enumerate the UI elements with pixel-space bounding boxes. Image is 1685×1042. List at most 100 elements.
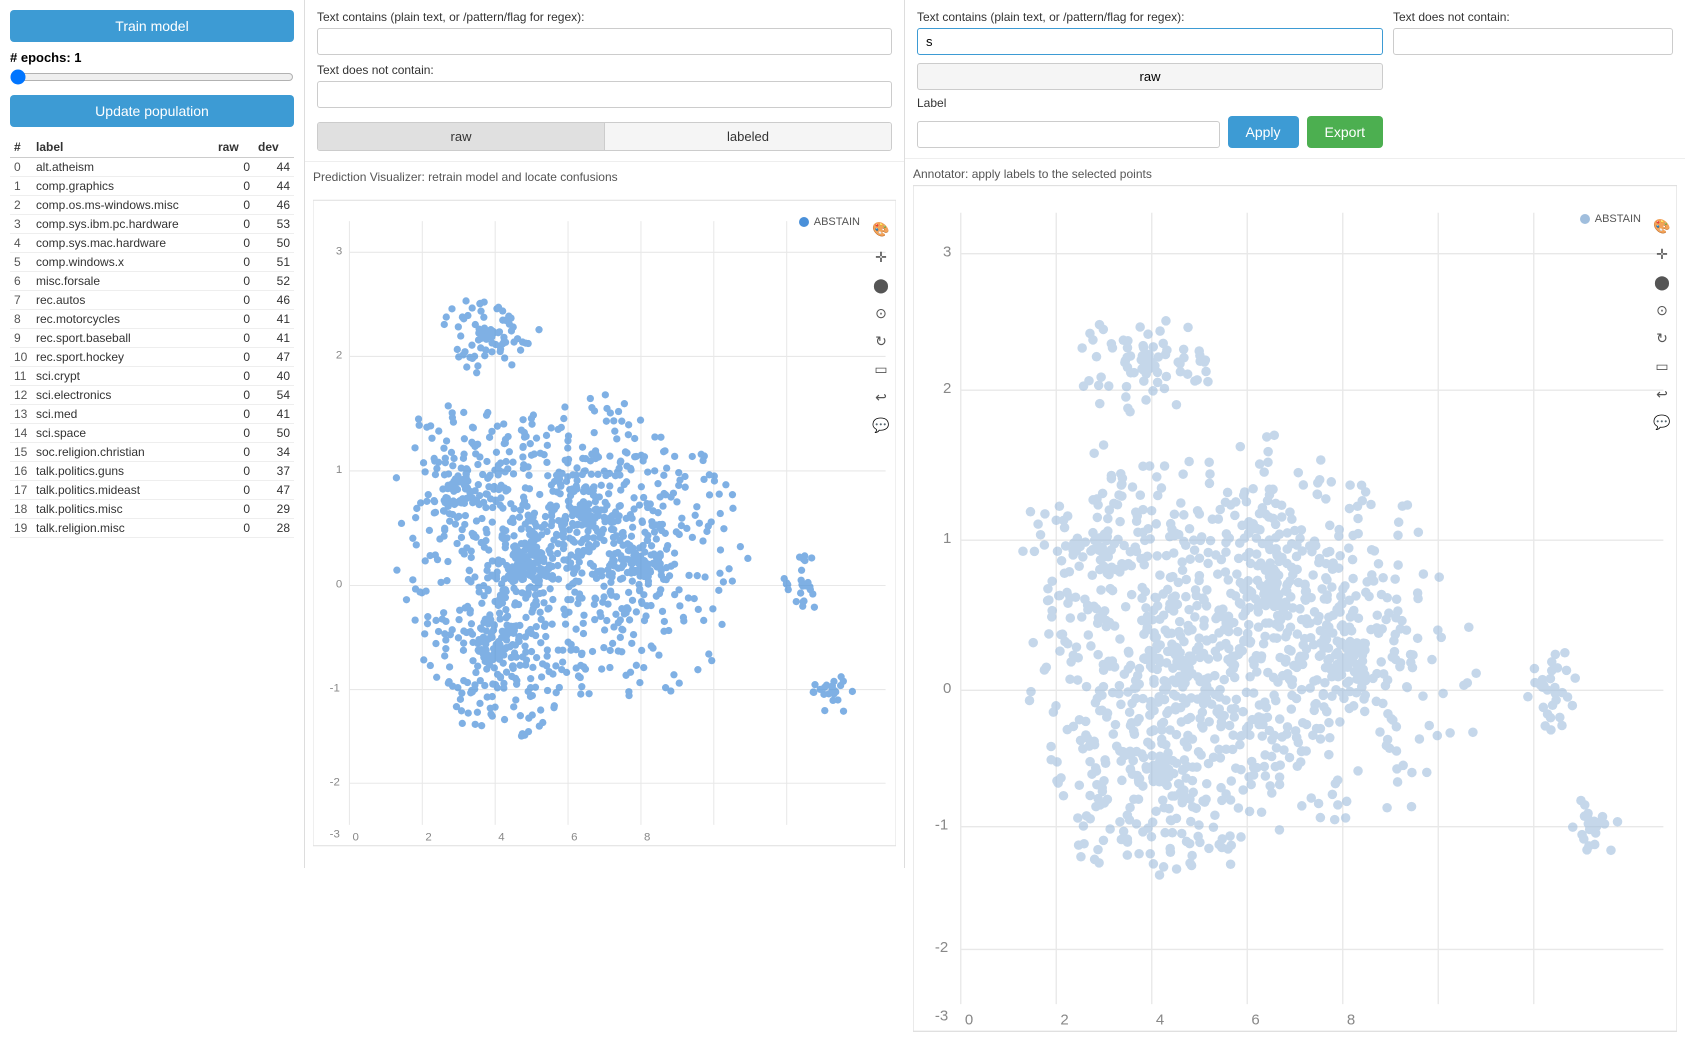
table-cell-2: 0 bbox=[214, 500, 254, 519]
annotator-rotate-icon[interactable]: ↻ bbox=[1651, 327, 1673, 349]
undo-icon[interactable]: ↩ bbox=[870, 386, 892, 408]
annotator-crosshair-icon[interactable]: ✛ bbox=[1651, 243, 1673, 265]
svg-text:3: 3 bbox=[336, 245, 342, 257]
table-row: 13sci.med041 bbox=[10, 405, 294, 424]
annotator-legend: ABSTAIN bbox=[1580, 213, 1641, 225]
annotator-rect-select-icon[interactable]: ▭ bbox=[1651, 355, 1673, 377]
table-cell-2: 0 bbox=[214, 234, 254, 253]
table-cell-3: 50 bbox=[254, 234, 294, 253]
table-cell-0: 17 bbox=[10, 481, 32, 500]
table-cell-0: 7 bbox=[10, 291, 32, 310]
annotator-color-wheel-icon[interactable]: 🎨 bbox=[1651, 215, 1673, 237]
svg-text:0: 0 bbox=[336, 579, 342, 591]
col-header-index: # bbox=[10, 137, 32, 158]
table-cell-2: 0 bbox=[214, 519, 254, 538]
train-model-button[interactable]: Train model bbox=[10, 10, 294, 42]
svg-text:6: 6 bbox=[1251, 1012, 1259, 1029]
comment-icon[interactable]: 💬 bbox=[870, 414, 892, 436]
annotator-viz-title: Annotator: apply labels to the selected … bbox=[913, 167, 1677, 181]
table-row: 6misc.forsale052 bbox=[10, 272, 294, 291]
table-row: 1comp.graphics044 bbox=[10, 177, 294, 196]
table-cell-0: 5 bbox=[10, 253, 32, 272]
svg-text:2: 2 bbox=[1060, 1012, 1068, 1029]
table-cell-2: 0 bbox=[214, 481, 254, 500]
table-cell-0: 10 bbox=[10, 348, 32, 367]
prediction-not-contain-input[interactable] bbox=[317, 81, 892, 108]
annotator-text-contains-input[interactable] bbox=[917, 28, 1383, 55]
annotator-raw-button[interactable]: raw bbox=[917, 63, 1383, 90]
table-cell-3: 44 bbox=[254, 158, 294, 177]
table-cell-2: 0 bbox=[214, 367, 254, 386]
table-cell-1: rec.autos bbox=[32, 291, 214, 310]
table-cell-3: 41 bbox=[254, 405, 294, 424]
table-cell-1: sci.electronics bbox=[32, 386, 214, 405]
lasso-icon[interactable]: ⬤ bbox=[870, 274, 892, 296]
rect-select-icon[interactable]: ▭ bbox=[870, 358, 892, 380]
svg-text:-2: -2 bbox=[330, 776, 340, 788]
table-cell-3: 34 bbox=[254, 443, 294, 462]
tab-raw[interactable]: raw bbox=[318, 123, 604, 150]
table-cell-1: alt.atheism bbox=[32, 158, 214, 177]
svg-text:4: 4 bbox=[1156, 1012, 1164, 1029]
annotator-legend-label: ABSTAIN bbox=[1595, 213, 1641, 225]
table-cell-3: 41 bbox=[254, 329, 294, 348]
annotator-label-input[interactable] bbox=[917, 121, 1220, 148]
table-cell-0: 9 bbox=[10, 329, 32, 348]
table-row: 12sci.electronics054 bbox=[10, 386, 294, 405]
col-header-raw: raw bbox=[214, 137, 254, 158]
svg-text:2: 2 bbox=[425, 832, 431, 844]
table-cell-1: soc.religion.christian bbox=[32, 443, 214, 462]
table-cell-1: comp.sys.mac.hardware bbox=[32, 234, 214, 253]
prediction-filter-label: Text contains (plain text, or /pattern/f… bbox=[317, 10, 892, 24]
table-row: 16talk.politics.guns037 bbox=[10, 462, 294, 481]
prediction-tab-group: raw labeled bbox=[317, 122, 892, 151]
prediction-legend: ABSTAIN bbox=[799, 216, 860, 228]
annotator-toolbar: 🎨 ✛ ⬤ ⊙ ↻ ▭ ↩ 💬 bbox=[1651, 215, 1673, 433]
table-row: 14sci.space050 bbox=[10, 424, 294, 443]
table-cell-3: 53 bbox=[254, 215, 294, 234]
prediction-toolbar: 🎨 ✛ ⬤ ⊙ ↻ ▭ ↩ 💬 bbox=[870, 218, 892, 436]
annotator-undo-icon[interactable]: ↩ bbox=[1651, 383, 1673, 405]
table-cell-1: sci.crypt bbox=[32, 367, 214, 386]
annotator-not-contain-input[interactable] bbox=[1393, 28, 1673, 55]
table-cell-1: talk.politics.guns bbox=[32, 462, 214, 481]
crosshair-icon[interactable]: ✛ bbox=[870, 246, 892, 268]
table-cell-2: 0 bbox=[214, 253, 254, 272]
rotate-icon[interactable]: ↻ bbox=[870, 330, 892, 352]
annotator-filter-label: Text contains (plain text, or /pattern/f… bbox=[917, 10, 1383, 24]
table-cell-0: 19 bbox=[10, 519, 32, 538]
prediction-legend-dot bbox=[799, 217, 809, 227]
table-cell-3: 46 bbox=[254, 196, 294, 215]
annotator-filter-section: Text contains (plain text, or /pattern/f… bbox=[905, 0, 1685, 159]
table-cell-0: 2 bbox=[10, 196, 32, 215]
table-cell-1: sci.med bbox=[32, 405, 214, 424]
table-cell-2: 0 bbox=[214, 443, 254, 462]
annotator-lasso-icon[interactable]: ⬤ bbox=[1651, 271, 1673, 293]
table-cell-1: talk.politics.misc bbox=[32, 500, 214, 519]
table-cell-1: comp.graphics bbox=[32, 177, 214, 196]
prediction-visualizer-panel: Text contains (plain text, or /pattern/f… bbox=[305, 0, 905, 868]
update-population-button[interactable]: Update population bbox=[10, 95, 294, 127]
table-cell-1: rec.motorcycles bbox=[32, 310, 214, 329]
prediction-viz-section: Prediction Visualizer: retrain model and… bbox=[305, 162, 904, 868]
multi-select-icon[interactable]: ⊙ bbox=[870, 302, 892, 324]
table-cell-0: 12 bbox=[10, 386, 32, 405]
label-table: # label raw dev 0alt.atheism0441comp.gra… bbox=[10, 137, 294, 538]
prediction-text-contains-input[interactable] bbox=[317, 28, 892, 55]
col-header-label: label bbox=[32, 137, 214, 158]
epochs-slider[interactable] bbox=[10, 69, 294, 85]
export-button[interactable]: Export bbox=[1307, 116, 1383, 148]
table-cell-2: 0 bbox=[214, 196, 254, 215]
table-cell-2: 0 bbox=[214, 424, 254, 443]
apply-button[interactable]: Apply bbox=[1228, 116, 1299, 148]
prediction-legend-label: ABSTAIN bbox=[814, 216, 860, 228]
annotator-comment-icon[interactable]: 💬 bbox=[1651, 411, 1673, 433]
annotator-multi-select-icon[interactable]: ⊙ bbox=[1651, 299, 1673, 321]
tab-labeled[interactable]: labeled bbox=[604, 123, 891, 150]
svg-text:-3: -3 bbox=[330, 828, 340, 840]
table-cell-3: 46 bbox=[254, 291, 294, 310]
annotator-label-row: Apply Export bbox=[917, 116, 1383, 148]
table-cell-3: 47 bbox=[254, 348, 294, 367]
table-cell-2: 0 bbox=[214, 215, 254, 234]
color-wheel-icon[interactable]: 🎨 bbox=[870, 218, 892, 240]
